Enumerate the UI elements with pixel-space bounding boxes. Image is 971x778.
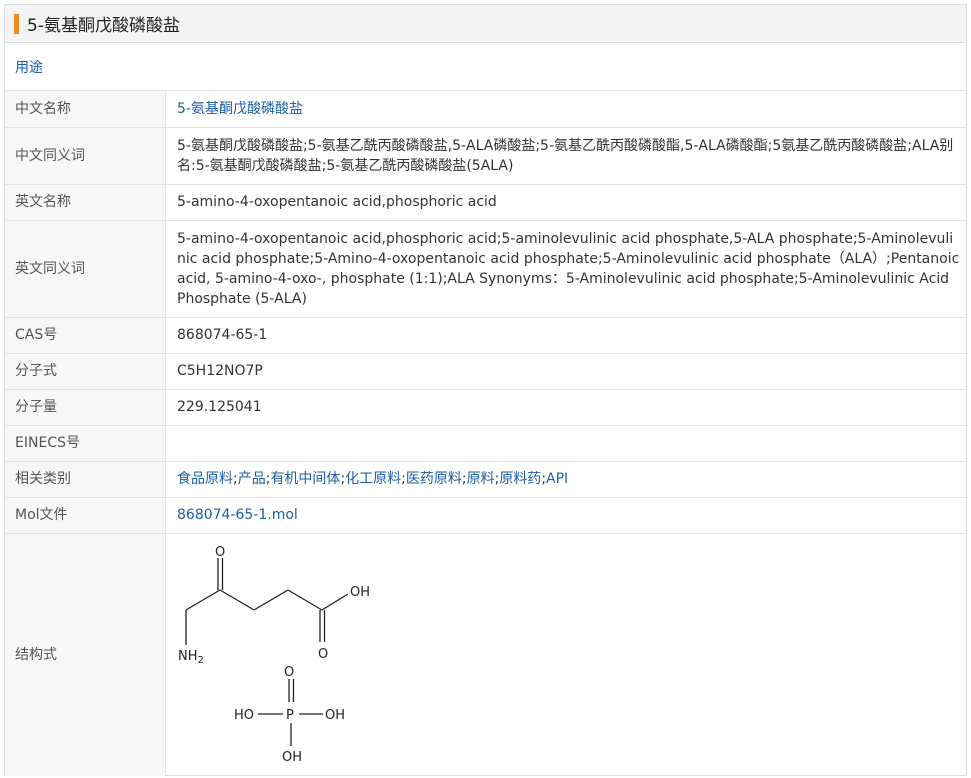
row-mol: Mol文件 868074-65-1.mol <box>5 497 966 534</box>
category-link[interactable]: API <box>546 471 568 487</box>
category-link[interactable]: 原料药 <box>499 471 541 487</box>
label-mw: 分子量 <box>5 389 166 426</box>
label-categories: 相关类别 <box>5 461 166 498</box>
value-structure: O OH O NH2 O P HO OH OH <box>166 533 967 776</box>
atom-nh2: NH2 <box>178 649 204 666</box>
atom-nh-text: NH <box>178 649 198 664</box>
row-einecs: EINECS号 <box>5 425 966 462</box>
label-en-synonyms: 英文同义词 <box>5 220 166 318</box>
row-structure: 结构式 O OH O NH2 O P HO OH OH <box>5 533 966 776</box>
atom-p: P <box>286 708 294 723</box>
label-cn-name: 中文名称 <box>5 91 166 128</box>
value-einecs <box>165 425 966 462</box>
product-panel: 5-氨基酮戊酸磷酸盐 用途 中文名称 5-氨基酮戊酸磷酸盐 中文同义词 5-氨基… <box>4 4 967 776</box>
row-cn-synonyms: 中文同义词 5-氨基酮戊酸磷酸盐;5-氨基乙酰丙酸磷酸盐,5-ALA磷酸盐;5-… <box>5 127 966 185</box>
atom-p-oh-bottom: OH <box>282 750 302 765</box>
value-cas: 868074-65-1 <box>165 317 966 354</box>
bond-acid-oh <box>321 592 349 611</box>
atom-p-ho-left: HO <box>234 708 254 723</box>
value-formula: C5H12NO7P <box>165 353 966 390</box>
category-link[interactable]: 产品 <box>238 471 266 487</box>
row-en-synonyms: 英文同义词 5-amino-4-oxopentanoic acid,phosph… <box>5 220 966 318</box>
category-link[interactable]: 有机中间体 <box>270 471 340 487</box>
label-cn-synonyms: 中文同义词 <box>5 127 166 185</box>
label-mol: Mol文件 <box>5 497 166 534</box>
atom-nh2-subscript: 2 <box>198 655 204 666</box>
value-cn-synonyms: 5-氨基酮戊酸磷酸盐;5-氨基乙酰丙酸磷酸盐,5-ALA磷酸盐;5-氨基乙酰丙酸… <box>165 127 966 185</box>
category-link[interactable]: 化工原料 <box>345 471 401 487</box>
value-mw: 229.125041 <box>165 389 966 426</box>
label-formula: 分子式 <box>5 353 166 390</box>
atom-p-o: O <box>284 665 294 680</box>
category-link[interactable]: 原料 <box>467 471 495 487</box>
bond-c2-c1 <box>287 588 323 611</box>
row-categories: 相关类别 食品原料;产品;有机中间体;化工原料;医药原料;原料;原料药;API <box>5 461 966 498</box>
title-bar: 5-氨基酮戊酸磷酸盐 <box>5 5 966 43</box>
label-en-name: 英文名称 <box>5 184 166 221</box>
value-categories: 食品原料;产品;有机中间体;化工原料;医药原料;原料;原料药;API <box>165 461 966 498</box>
atom-o-ketone: O <box>215 545 225 560</box>
bond-c3-c2 <box>253 588 289 611</box>
property-table: 中文名称 5-氨基酮戊酸磷酸盐 中文同义词 5-氨基酮戊酸磷酸盐;5-氨基乙酰丙… <box>5 91 966 776</box>
category-link[interactable]: 食品原料 <box>177 471 233 487</box>
cn-name-link[interactable]: 5-氨基酮戊酸磷酸盐 <box>177 101 303 117</box>
row-cas: CAS号 868074-65-1 <box>5 317 966 354</box>
atom-o-acid: O <box>318 647 328 662</box>
structure-image: O OH O NH2 O P HO OH OH <box>178 545 370 765</box>
value-cn-name: 5-氨基酮戊酸磷酸盐 <box>165 91 966 128</box>
atom-p-oh-right: OH <box>325 708 345 723</box>
atom-oh-acid: OH <box>350 585 370 600</box>
row-formula: 分子式 C5H12NO7P <box>5 353 966 390</box>
category-link[interactable]: 医药原料 <box>406 471 462 487</box>
label-cas: CAS号 <box>5 317 166 354</box>
mol-file-link[interactable]: 868074-65-1.mol <box>177 507 298 523</box>
row-cn-name: 中文名称 5-氨基酮戊酸磷酸盐 <box>5 91 966 128</box>
usage-link[interactable]: 用途 <box>15 57 43 77</box>
row-en-name: 英文名称 5-amino-4-oxopentanoic acid,phospho… <box>5 184 966 221</box>
value-mol: 868074-65-1.mol <box>165 497 966 534</box>
label-structure: 结构式 <box>5 533 166 776</box>
title-accent-bar <box>14 13 19 34</box>
value-en-name: 5-amino-4-oxopentanoic acid,phosphoric a… <box>165 184 966 221</box>
usage-row: 用途 <box>5 43 966 91</box>
page-title: 5-氨基酮戊酸磷酸盐 <box>27 16 180 36</box>
bond-c4-c3 <box>219 588 255 611</box>
label-einecs: EINECS号 <box>5 425 166 462</box>
bond-c5-c4 <box>185 588 221 611</box>
row-mw: 分子量 229.125041 <box>5 389 966 426</box>
value-en-synonyms: 5-amino-4-oxopentanoic acid,phosphoric a… <box>165 220 966 318</box>
